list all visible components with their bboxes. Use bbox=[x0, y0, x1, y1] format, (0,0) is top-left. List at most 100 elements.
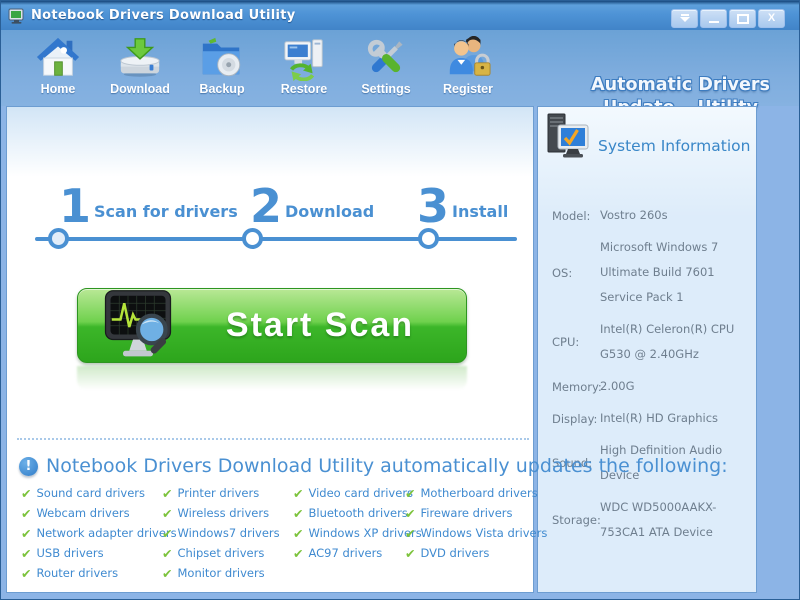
progress-node-1 bbox=[48, 228, 69, 249]
minimize-button[interactable] bbox=[700, 9, 727, 28]
system-info-row-display: Display: Intel(R) HD Graphics bbox=[552, 406, 750, 431]
driver-item: ✔AC97 drivers bbox=[293, 543, 405, 563]
check-icon: ✔ bbox=[21, 486, 31, 501]
driver-item: ✔Windows Vista drivers bbox=[405, 523, 535, 543]
driver-item: ✔DVD drivers bbox=[405, 543, 535, 563]
settings-icon bbox=[363, 35, 409, 81]
step-2-number: 2 bbox=[250, 183, 282, 229]
titlebar: Notebook Drivers Download Utility X bbox=[1, 1, 799, 30]
check-icon: ✔ bbox=[405, 506, 415, 521]
progress-node-2 bbox=[242, 228, 263, 249]
toolbar-label-restore: Restore bbox=[281, 82, 328, 96]
driver-item: ✔USB drivers bbox=[21, 543, 162, 563]
scan-monitor-icon bbox=[98, 287, 178, 367]
maximize-icon bbox=[737, 14, 749, 24]
info-heading-text: Notebook Drivers Download Utility automa… bbox=[46, 455, 728, 477]
check-icon: ✔ bbox=[21, 566, 31, 581]
system-info-row-model: Model: Vostro 260s bbox=[552, 203, 750, 228]
toolbar-label-settings: Settings bbox=[361, 82, 410, 96]
toolbar-item-home[interactable]: Home bbox=[17, 35, 99, 101]
scan-button-reflection bbox=[77, 366, 467, 390]
check-icon: ✔ bbox=[293, 506, 303, 521]
driver-item: ✔Motherboard drivers bbox=[405, 483, 535, 503]
driver-item: ✔Monitor drivers bbox=[162, 563, 293, 583]
system-info-row-memory: Memory: 2.00G bbox=[552, 374, 750, 399]
restore-icon bbox=[281, 35, 327, 81]
minimize-icon bbox=[709, 21, 719, 23]
system-info-rows: Model: Vostro 260s OS: Microsoft Windows… bbox=[552, 203, 750, 552]
driver-item: ✔Sound card drivers bbox=[21, 483, 162, 503]
progress-node-3 bbox=[418, 228, 439, 249]
check-icon: ✔ bbox=[405, 486, 415, 501]
system-info-row-cpu: CPU: Intel(R) Celeron(R) CPU G530 @ 2.40… bbox=[552, 317, 750, 367]
drivers-grid: ✔Sound card drivers ✔Printer drivers ✔Vi… bbox=[21, 483, 535, 583]
driver-item: ✔Bluetooth drivers bbox=[293, 503, 405, 523]
driver-item: ✔Chipset drivers bbox=[162, 543, 293, 563]
check-icon: ✔ bbox=[405, 526, 415, 541]
dotted-divider bbox=[17, 438, 529, 440]
step-2: 2 Download bbox=[250, 183, 374, 229]
system-info-row-os: OS: Microsoft Windows 7 Ultimate Build 7… bbox=[552, 235, 750, 310]
check-icon: ✔ bbox=[293, 546, 303, 561]
check-icon: ✔ bbox=[405, 546, 415, 561]
step-1-label: Scan for drivers bbox=[94, 202, 238, 221]
close-icon: X bbox=[768, 13, 775, 24]
backup-icon bbox=[199, 35, 245, 81]
check-icon: ✔ bbox=[162, 566, 172, 581]
download-icon bbox=[117, 35, 163, 81]
close-button[interactable]: X bbox=[758, 9, 785, 28]
driver-item: ✔Printer drivers bbox=[162, 483, 293, 503]
system-info-row-storage: Storage: WDC WD5000AAKX-753CA1 ATA Devic… bbox=[552, 495, 750, 545]
toolbar-item-restore[interactable]: Restore bbox=[263, 35, 345, 101]
check-icon: ✔ bbox=[21, 526, 31, 541]
check-icon: ✔ bbox=[293, 526, 303, 541]
toolbar-label-home: Home bbox=[41, 82, 76, 96]
window-title: Notebook Drivers Download Utility bbox=[31, 8, 296, 23]
toolbar: Home Download bbox=[1, 30, 799, 106]
check-icon: ✔ bbox=[293, 486, 303, 501]
check-icon: ✔ bbox=[162, 546, 172, 561]
toolbar-items: Home Download bbox=[17, 35, 509, 101]
toolbar-label-backup: Backup bbox=[199, 82, 244, 96]
driver-item: ✔Network adapter drivers bbox=[21, 523, 162, 543]
toolbar-label-download: Download bbox=[110, 82, 170, 96]
toolbar-item-register[interactable]: Register bbox=[427, 35, 509, 101]
collapse-button[interactable] bbox=[671, 9, 698, 28]
app-window: Notebook Drivers Download Utility X Home bbox=[0, 0, 800, 600]
tagline-line1: Automatic Drivers bbox=[578, 74, 783, 97]
check-icon: ✔ bbox=[162, 526, 172, 541]
maximize-button[interactable] bbox=[729, 9, 756, 28]
system-info-panel: System Information Model: Vostro 260s OS… bbox=[537, 106, 757, 593]
home-icon bbox=[35, 35, 81, 81]
driver-item: ✔Windows7 drivers bbox=[162, 523, 293, 543]
window-controls: X bbox=[671, 9, 785, 28]
driver-item: ✔Router drivers bbox=[21, 563, 162, 583]
driver-item: ✔Webcam drivers bbox=[21, 503, 162, 523]
step-3: 3 Install bbox=[417, 183, 508, 229]
system-info-title: System Information bbox=[598, 137, 750, 155]
toolbar-item-download[interactable]: Download bbox=[99, 35, 181, 101]
toolbar-item-backup[interactable]: Backup bbox=[181, 35, 263, 101]
check-icon: ✔ bbox=[162, 486, 172, 501]
app-logo-icon bbox=[8, 8, 25, 25]
info-heading: ! Notebook Drivers Download Utility auto… bbox=[19, 455, 728, 477]
driver-item: ✔Video card drivers bbox=[293, 483, 405, 503]
driver-item: ✔Windows XP drivers bbox=[293, 523, 405, 543]
check-icon: ✔ bbox=[21, 546, 31, 561]
driver-item: ✔Wireless drivers bbox=[162, 503, 293, 523]
main-panel: 1 Scan for drivers 2 Download 3 Install bbox=[6, 106, 534, 593]
start-scan-button[interactable]: Start Scan bbox=[77, 288, 467, 363]
check-icon: ✔ bbox=[162, 506, 172, 521]
toolbar-item-settings[interactable]: Settings bbox=[345, 35, 427, 101]
step-1-number: 1 bbox=[59, 183, 91, 229]
register-icon bbox=[445, 35, 491, 81]
step-2-label: Download bbox=[285, 202, 374, 221]
driver-item: ✔Fireware drivers bbox=[405, 503, 535, 523]
info-icon: ! bbox=[19, 457, 38, 476]
collapse-icon bbox=[680, 14, 690, 23]
check-icon: ✔ bbox=[21, 506, 31, 521]
step-3-number: 3 bbox=[417, 183, 449, 229]
step-3-label: Install bbox=[452, 202, 508, 221]
start-scan-label: Start Scan bbox=[182, 289, 458, 364]
step-1: 1 Scan for drivers bbox=[59, 183, 238, 229]
